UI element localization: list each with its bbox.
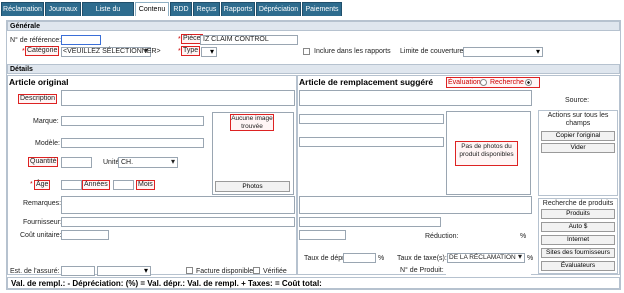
tab-bar: Réclamation Journaux Liste du contenu Co… [0, 0, 624, 27]
recherche-radio[interactable] [525, 79, 532, 86]
section-generale: Générale [7, 21, 620, 31]
recherche-produits-title: Recherche de produits [542, 200, 614, 207]
tab-liste-contenu[interactable]: Liste du contenu [82, 2, 134, 27]
internet-button[interactable]: Internet [541, 235, 615, 245]
quantite-input[interactable] [61, 157, 92, 168]
piece-input[interactable]: IZ CLAIM CONTROL [200, 35, 298, 45]
taux-taxe-select[interactable]: DE LA RÉCLAMATION [447, 253, 525, 263]
no-produit-label: N° de Produit: [400, 267, 444, 274]
tab-paiements[interactable]: Paiements [302, 2, 342, 16]
replacement-marque-input[interactable] [299, 114, 444, 124]
age-required-star: * [30, 181, 33, 188]
produits-button[interactable]: Produits [541, 209, 615, 219]
annees-label: Années [82, 180, 110, 190]
marque-label: Marque: [33, 118, 59, 125]
taux-depr-label: Taux de dépr.: [304, 255, 348, 262]
photos-button[interactable]: Photos [215, 181, 290, 192]
verifiee-checkbox[interactable] [253, 267, 260, 274]
section-details: Détails [7, 64, 620, 74]
evaluation-label: Évaluation [448, 79, 481, 86]
section-generale-title: Générale [10, 23, 40, 30]
type-select[interactable] [201, 47, 217, 57]
limite-select[interactable] [463, 47, 543, 57]
tab-rapports[interactable]: Rapports [221, 2, 255, 16]
description-label: Description [18, 94, 58, 104]
limite-label: Limite de couverture: [400, 48, 466, 55]
quantite-label: Quantité [28, 157, 59, 167]
vider-button[interactable]: Vider [541, 143, 615, 153]
replacement-remarques-input[interactable] [299, 196, 532, 214]
type-label: Type [181, 46, 201, 56]
description-input[interactable] [61, 90, 295, 106]
cout-label: Coût unitaire: [20, 232, 62, 239]
original-title: Article original [9, 77, 69, 87]
est-assure-input[interactable] [61, 266, 95, 276]
age-label: Âge [34, 180, 51, 190]
age-annees-input[interactable] [61, 180, 82, 190]
categorie-label: Catégorie [25, 46, 60, 56]
actions-title: Actions sur tous les champs [547, 112, 609, 127]
verifiee-label: Vérifiée [263, 268, 287, 275]
inclure-checkbox[interactable] [303, 48, 310, 55]
unite-label: Unité [103, 159, 120, 166]
ref-label: N° de référence: [10, 37, 62, 44]
tab-rdd[interactable]: RDD [170, 2, 192, 16]
tab-reclamation[interactable]: Réclamation [1, 2, 44, 16]
fournisseur-label: Fournisseur: [23, 219, 62, 226]
replacement-cout-input[interactable] [299, 230, 346, 240]
fournisseur-input[interactable] [61, 217, 295, 227]
ref-input[interactable] [61, 35, 101, 45]
replacement-fournisseur-input[interactable] [299, 217, 441, 227]
modele-label: Modèle: [35, 140, 60, 147]
marque-input[interactable] [61, 116, 204, 126]
no-image-text: Aucune image trouvée [230, 114, 274, 131]
remarques-input[interactable] [61, 196, 295, 214]
copier-original-button[interactable]: Copier l'original [541, 131, 615, 141]
mois-label: Mois [136, 180, 155, 190]
tab-contenu[interactable]: Contenu [135, 2, 169, 16]
tab-journaux[interactable]: Journaux [45, 2, 81, 16]
replacement-modele-input[interactable] [299, 137, 444, 147]
reduction-label: Réduction: [425, 233, 459, 240]
est-assure-label: Est. de l'assuré: [10, 268, 60, 275]
sites-fournisseurs-button[interactable]: Sites des fournisseurs [541, 248, 615, 258]
no-photos-text: Pas de photos du produit disponibles [455, 141, 518, 166]
modele-input[interactable] [61, 138, 204, 148]
source-label: Source: [565, 97, 590, 104]
totals-footer: Val. de rempl.: - Dépréciation: (%) = Va… [7, 277, 620, 289]
tab-depreciation[interactable]: Dépréciation [256, 2, 301, 16]
replacement-description-input[interactable] [299, 90, 532, 106]
taux-taxe-percent: % [527, 255, 534, 262]
inclure-label: Inclure dans les rapports [314, 48, 391, 55]
cout-input[interactable] [61, 230, 109, 240]
replacement-title: Article de remplacement suggéré [299, 77, 434, 87]
est-assure-select[interactable] [97, 266, 151, 276]
evaluateurs-button[interactable]: Évaluateurs [541, 261, 615, 271]
taux-depr-percent: % [378, 255, 385, 262]
evaluation-radio[interactable] [480, 79, 487, 86]
remarques-label: Remarques: [23, 200, 62, 207]
taux-taxe-label: Taux de taxe(s): [397, 255, 447, 262]
tab-recus[interactable]: Reçus [193, 2, 220, 16]
recherche-label: Recherche [490, 79, 524, 86]
taux-depr-input[interactable] [343, 253, 376, 263]
unite-select[interactable]: CH. [118, 157, 178, 168]
no-produit-input[interactable] [446, 265, 531, 275]
reduction-percent: % [520, 233, 527, 240]
categorie-select[interactable]: <VEUILLEZ SÉLECTIONNER> [61, 47, 161, 57]
auto-button[interactable]: Auto $ [541, 222, 615, 232]
facture-label: Facture disponible [196, 268, 254, 275]
age-mois-input[interactable] [113, 180, 134, 190]
section-details-title: Détails [10, 66, 33, 73]
facture-checkbox[interactable] [186, 267, 193, 274]
